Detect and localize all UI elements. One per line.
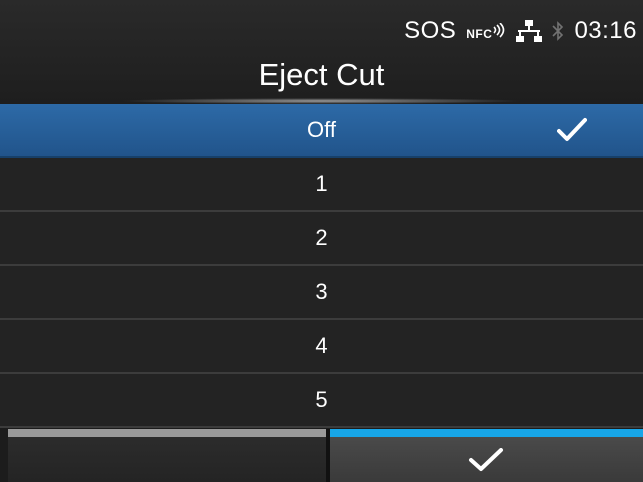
footer-bar [0,429,643,482]
option-1[interactable]: 1 [0,158,643,212]
option-label: 4 [315,333,328,358]
check-icon [557,118,587,141]
option-label: 1 [315,171,328,196]
option-off[interactable]: Off [0,104,643,158]
nfc-icon: NFC [466,21,506,41]
header: SOS NFC 03:16 Eject Cut [0,0,643,104]
option-label: 2 [315,225,328,250]
option-4[interactable]: 4 [0,320,643,374]
confirm-button[interactable] [330,429,643,482]
nfc-wave-icon [493,23,505,38]
option-label: 5 [315,387,328,412]
option-label: Off [307,117,336,142]
page-title: Eject Cut [258,57,385,92]
option-2[interactable]: 2 [0,212,643,266]
clock: 03:16 [574,17,637,44]
back-button[interactable] [8,429,326,482]
network-icon [516,20,543,42]
bluetooth-icon [552,21,564,41]
eject-cut-screen: SOS NFC 03:16 Eject Cut Off 1 2 3 4 5 [0,0,643,482]
option-label: 3 [315,279,328,304]
check-icon [468,447,503,471]
option-list: Off 1 2 3 4 5 [0,104,643,428]
sos-indicator: SOS [404,17,457,44]
option-5[interactable]: 5 [0,374,643,428]
option-3[interactable]: 3 [0,266,643,320]
status-bar: SOS NFC 03:16 [404,16,637,46]
